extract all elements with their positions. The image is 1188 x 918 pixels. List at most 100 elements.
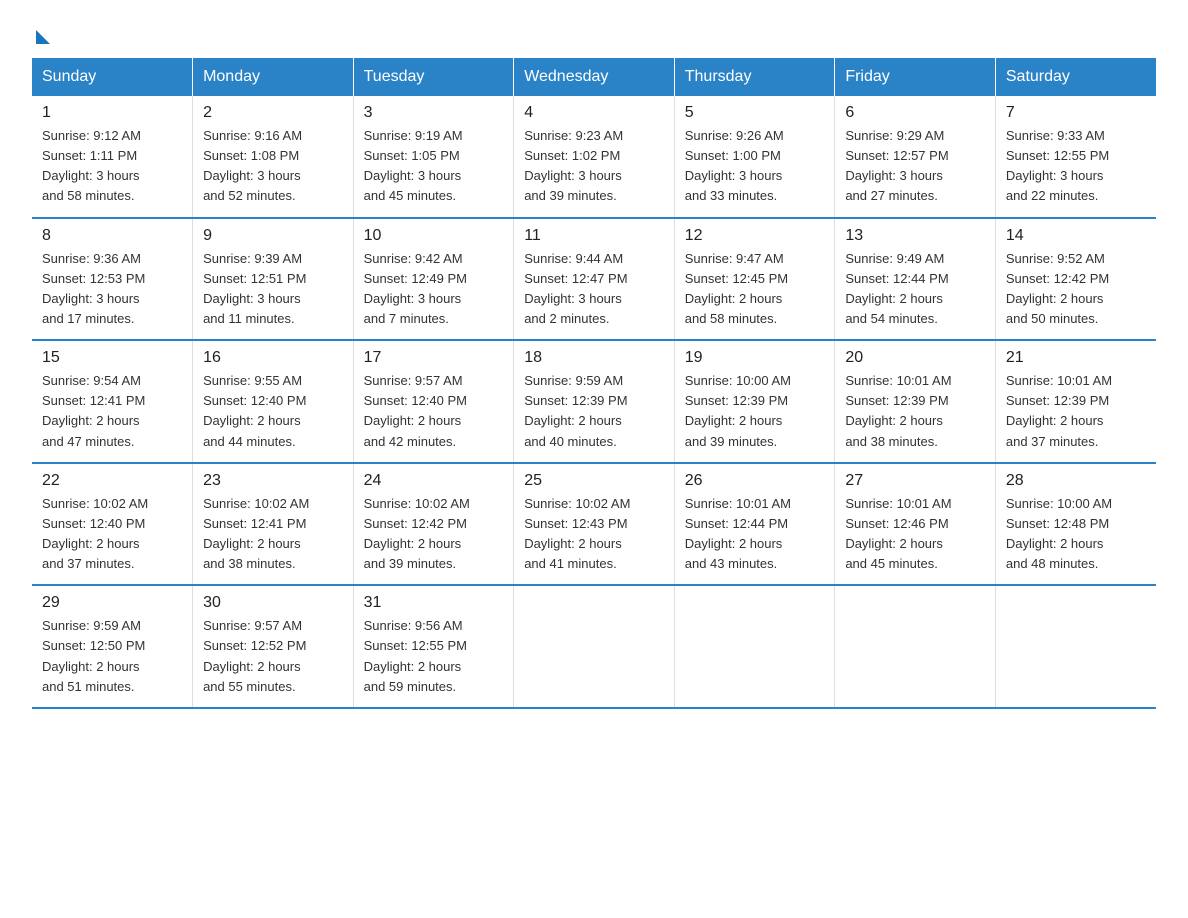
page-header: [32, 24, 1156, 40]
day-number: 24: [364, 472, 504, 490]
calendar-cell: 15 Sunrise: 9:54 AM Sunset: 12:41 PM Dayl…: [32, 340, 193, 463]
calendar-cell: [674, 585, 835, 708]
day-number: 22: [42, 472, 182, 490]
day-number: 9: [203, 227, 343, 245]
day-number: 13: [845, 227, 985, 245]
day-number: 21: [1006, 349, 1146, 367]
calendar-cell: 27 Sunrise: 10:01 AM Sunset: 12:46 PM Day…: [835, 463, 996, 586]
logo-triangle-icon: [36, 30, 50, 44]
day-info: Sunrise: 9:47 AM Sunset: 12:45 PM Daylig…: [685, 249, 825, 330]
calendar-cell: 17 Sunrise: 9:57 AM Sunset: 12:40 PM Dayl…: [353, 340, 514, 463]
day-number: 2: [203, 104, 343, 122]
header-friday: Friday: [835, 58, 996, 96]
calendar-cell: 5 Sunrise: 9:26 AM Sunset: 1:00 PM Daylig…: [674, 96, 835, 218]
calendar-cell: 25 Sunrise: 10:02 AM Sunset: 12:43 PM Day…: [514, 463, 675, 586]
day-info: Sunrise: 10:02 AM Sunset: 12:42 PM Dayli…: [364, 494, 504, 575]
day-number: 5: [685, 104, 825, 122]
calendar-cell: 20 Sunrise: 10:01 AM Sunset: 12:39 PM Day…: [835, 340, 996, 463]
day-info: Sunrise: 10:02 AM Sunset: 12:40 PM Dayli…: [42, 494, 182, 575]
day-info: Sunrise: 9:16 AM Sunset: 1:08 PM Dayligh…: [203, 126, 343, 207]
calendar-cell: 6Sunrise: 9:29 AM Sunset: 12:57 PM Dayli…: [835, 96, 996, 218]
day-info: Sunrise: 10:00 AM Sunset: 12:48 PM Dayli…: [1006, 494, 1146, 575]
day-info: Sunrise: 10:02 AM Sunset: 12:41 PM Dayli…: [203, 494, 343, 575]
day-info: Sunrise: 10:01 AM Sunset: 12:39 PM Dayli…: [1006, 371, 1146, 452]
calendar-cell: 3 Sunrise: 9:19 AM Sunset: 1:05 PM Daylig…: [353, 96, 514, 218]
day-number: 11: [524, 227, 664, 245]
calendar-cell: 1Sunrise: 9:12 AM Sunset: 1:11 PM Daylig…: [32, 96, 193, 218]
calendar-cell: 28 Sunrise: 10:00 AM Sunset: 12:48 PM Day…: [995, 463, 1156, 586]
day-number: 29: [42, 594, 182, 612]
day-number: 7: [1006, 104, 1146, 122]
calendar-cell: 12Sunrise: 9:47 AM Sunset: 12:45 PM Dayl…: [674, 218, 835, 341]
day-info: Sunrise: 9:29 AM Sunset: 12:57 PM Daylig…: [845, 126, 985, 207]
week-row-5: 29 Sunrise: 9:59 AM Sunset: 12:50 PM Dayl…: [32, 585, 1156, 708]
day-info: Sunrise: 9:44 AM Sunset: 12:47 PM Daylig…: [524, 249, 664, 330]
calendar-cell: [835, 585, 996, 708]
day-number: 20: [845, 349, 985, 367]
day-number: 10: [364, 227, 504, 245]
day-info: Sunrise: 9:33 AM Sunset: 12:55 PM Daylig…: [1006, 126, 1146, 207]
day-number: 25: [524, 472, 664, 490]
week-row-4: 22 Sunrise: 10:02 AM Sunset: 12:40 PM Day…: [32, 463, 1156, 586]
header-sunday: Sunday: [32, 58, 193, 96]
day-number: 18: [524, 349, 664, 367]
day-number: 4: [524, 104, 664, 122]
calendar-table: SundayMondayTuesdayWednesdayThursdayFrid…: [32, 58, 1156, 709]
calendar-cell: 26 Sunrise: 10:01 AM Sunset: 12:44 PM Day…: [674, 463, 835, 586]
day-info: Sunrise: 10:01 AM Sunset: 12:39 PM Dayli…: [845, 371, 985, 452]
day-info: Sunrise: 9:39 AM Sunset: 12:51 PM Daylig…: [203, 249, 343, 330]
calendar-cell: [995, 585, 1156, 708]
calendar-cell: 31 Sunrise: 9:56 AM Sunset: 12:55 PM Dayl…: [353, 585, 514, 708]
day-info: Sunrise: 10:02 AM Sunset: 12:43 PM Dayli…: [524, 494, 664, 575]
day-info: Sunrise: 9:12 AM Sunset: 1:11 PM Dayligh…: [42, 126, 182, 207]
week-row-2: 8Sunrise: 9:36 AM Sunset: 12:53 PM Dayli…: [32, 218, 1156, 341]
calendar-cell: 7 Sunrise: 9:33 AM Sunset: 12:55 PM Dayli…: [995, 96, 1156, 218]
calendar-cell: 18Sunrise: 9:59 AM Sunset: 12:39 PM Dayl…: [514, 340, 675, 463]
day-number: 30: [203, 594, 343, 612]
day-number: 27: [845, 472, 985, 490]
day-info: Sunrise: 9:54 AM Sunset: 12:41 PM Daylig…: [42, 371, 182, 452]
calendar-cell: 21 Sunrise: 10:01 AM Sunset: 12:39 PM Day…: [995, 340, 1156, 463]
logo: [32, 24, 50, 40]
day-info: Sunrise: 9:49 AM Sunset: 12:44 PM Daylig…: [845, 249, 985, 330]
day-info: Sunrise: 10:01 AM Sunset: 12:44 PM Dayli…: [685, 494, 825, 575]
day-number: 14: [1006, 227, 1146, 245]
header-thursday: Thursday: [674, 58, 835, 96]
week-row-3: 15 Sunrise: 9:54 AM Sunset: 12:41 PM Dayl…: [32, 340, 1156, 463]
calendar-cell: 4 Sunrise: 9:23 AM Sunset: 1:02 PM Daylig…: [514, 96, 675, 218]
calendar-cell: 24 Sunrise: 10:02 AM Sunset: 12:42 PM Day…: [353, 463, 514, 586]
day-number: 28: [1006, 472, 1146, 490]
day-number: 31: [364, 594, 504, 612]
calendar-cell: 8Sunrise: 9:36 AM Sunset: 12:53 PM Dayli…: [32, 218, 193, 341]
calendar-cell: 19 Sunrise: 10:00 AM Sunset: 12:39 PM Day…: [674, 340, 835, 463]
calendar-cell: 9 Sunrise: 9:39 AM Sunset: 12:51 PM Dayli…: [193, 218, 354, 341]
calendar-header: SundayMondayTuesdayWednesdayThursdayFrid…: [32, 58, 1156, 96]
day-number: 19: [685, 349, 825, 367]
day-number: 16: [203, 349, 343, 367]
header-monday: Monday: [193, 58, 354, 96]
day-info: Sunrise: 9:23 AM Sunset: 1:02 PM Dayligh…: [524, 126, 664, 207]
calendar-cell: 11 Sunrise: 9:44 AM Sunset: 12:47 PM Dayl…: [514, 218, 675, 341]
calendar-cell: 2 Sunrise: 9:16 AM Sunset: 1:08 PM Daylig…: [193, 96, 354, 218]
day-info: Sunrise: 9:56 AM Sunset: 12:55 PM Daylig…: [364, 616, 504, 697]
calendar-cell: 16 Sunrise: 9:55 AM Sunset: 12:40 PM Dayl…: [193, 340, 354, 463]
day-number: 17: [364, 349, 504, 367]
day-info: Sunrise: 9:57 AM Sunset: 12:52 PM Daylig…: [203, 616, 343, 697]
day-number: 3: [364, 104, 504, 122]
calendar-cell: 23Sunrise: 10:02 AM Sunset: 12:41 PM Day…: [193, 463, 354, 586]
day-info: Sunrise: 9:55 AM Sunset: 12:40 PM Daylig…: [203, 371, 343, 452]
calendar-cell: 22 Sunrise: 10:02 AM Sunset: 12:40 PM Day…: [32, 463, 193, 586]
day-info: Sunrise: 9:26 AM Sunset: 1:00 PM Dayligh…: [685, 126, 825, 207]
day-info: Sunrise: 10:00 AM Sunset: 12:39 PM Dayli…: [685, 371, 825, 452]
day-info: Sunrise: 10:01 AM Sunset: 12:46 PM Dayli…: [845, 494, 985, 575]
day-info: Sunrise: 9:57 AM Sunset: 12:40 PM Daylig…: [364, 371, 504, 452]
day-number: 26: [685, 472, 825, 490]
calendar-cell: 29 Sunrise: 9:59 AM Sunset: 12:50 PM Dayl…: [32, 585, 193, 708]
day-info: Sunrise: 9:59 AM Sunset: 12:50 PM Daylig…: [42, 616, 182, 697]
day-number: 15: [42, 349, 182, 367]
header-wednesday: Wednesday: [514, 58, 675, 96]
day-info: Sunrise: 9:19 AM Sunset: 1:05 PM Dayligh…: [364, 126, 504, 207]
day-info: Sunrise: 9:42 AM Sunset: 12:49 PM Daylig…: [364, 249, 504, 330]
header-tuesday: Tuesday: [353, 58, 514, 96]
calendar-cell: [514, 585, 675, 708]
